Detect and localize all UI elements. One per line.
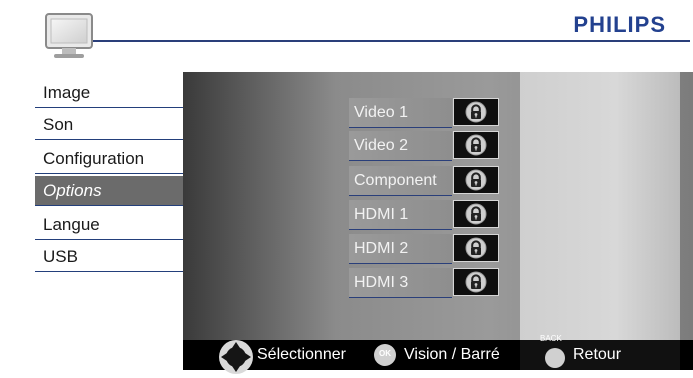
input-label: Component: [349, 166, 452, 196]
input-label: HDMI 3: [349, 268, 452, 298]
right-panel: [520, 72, 680, 340]
back-icon: [545, 348, 565, 368]
sidebar-item-son[interactable]: Son: [35, 110, 183, 140]
lock-icon: [465, 271, 487, 293]
sidebar-item-options[interactable]: Options: [35, 176, 183, 206]
input-row-component[interactable]: Component: [349, 166, 524, 196]
header-divider: [45, 40, 690, 42]
lock-toggle[interactable]: [453, 98, 499, 126]
input-label: HDMI 1: [349, 200, 452, 230]
back-badge-text: BACK: [540, 334, 562, 343]
footer-back-label: Retour: [573, 346, 622, 363]
lock-toggle[interactable]: [453, 200, 499, 228]
lock-toggle[interactable]: [453, 166, 499, 194]
lock-toggle[interactable]: [453, 234, 499, 262]
sidebar-menu: Image Son Configuration Options Langue U…: [35, 72, 183, 370]
ok-badge-text: OK: [379, 349, 391, 358]
lock-icon: [465, 101, 487, 123]
lock-toggle[interactable]: [453, 131, 499, 159]
input-row-hdmi-3[interactable]: HDMI 3: [349, 268, 524, 298]
input-row-hdmi-1[interactable]: HDMI 1: [349, 200, 524, 230]
sidebar-item-usb[interactable]: USB: [35, 242, 183, 272]
lock-icon: [465, 134, 487, 156]
input-label: HDMI 2: [349, 234, 452, 264]
lock-icon: [465, 169, 487, 191]
tv-icon: [45, 13, 93, 58]
input-row-video-1[interactable]: Video 1: [349, 98, 524, 128]
sidebar-item-langue[interactable]: Langue: [35, 210, 183, 240]
input-label: Video 1: [349, 98, 452, 128]
input-row-hdmi-2[interactable]: HDMI 2: [349, 234, 524, 264]
lock-toggle[interactable]: [453, 268, 499, 296]
footer-ok-label: Vision / Barré: [404, 346, 500, 363]
input-row-video-2[interactable]: Video 2: [349, 131, 524, 161]
sidebar-item-configuration[interactable]: Configuration: [35, 144, 183, 174]
lock-icon: [465, 237, 487, 259]
lock-icon: [465, 203, 487, 225]
sidebar-item-image[interactable]: Image: [35, 78, 183, 108]
footer-select-label: Sélectionner: [257, 346, 346, 363]
input-label: Video 2: [349, 131, 452, 161]
dpad-icon: [219, 340, 253, 374]
brand-logo: PHILIPS: [573, 12, 666, 37]
